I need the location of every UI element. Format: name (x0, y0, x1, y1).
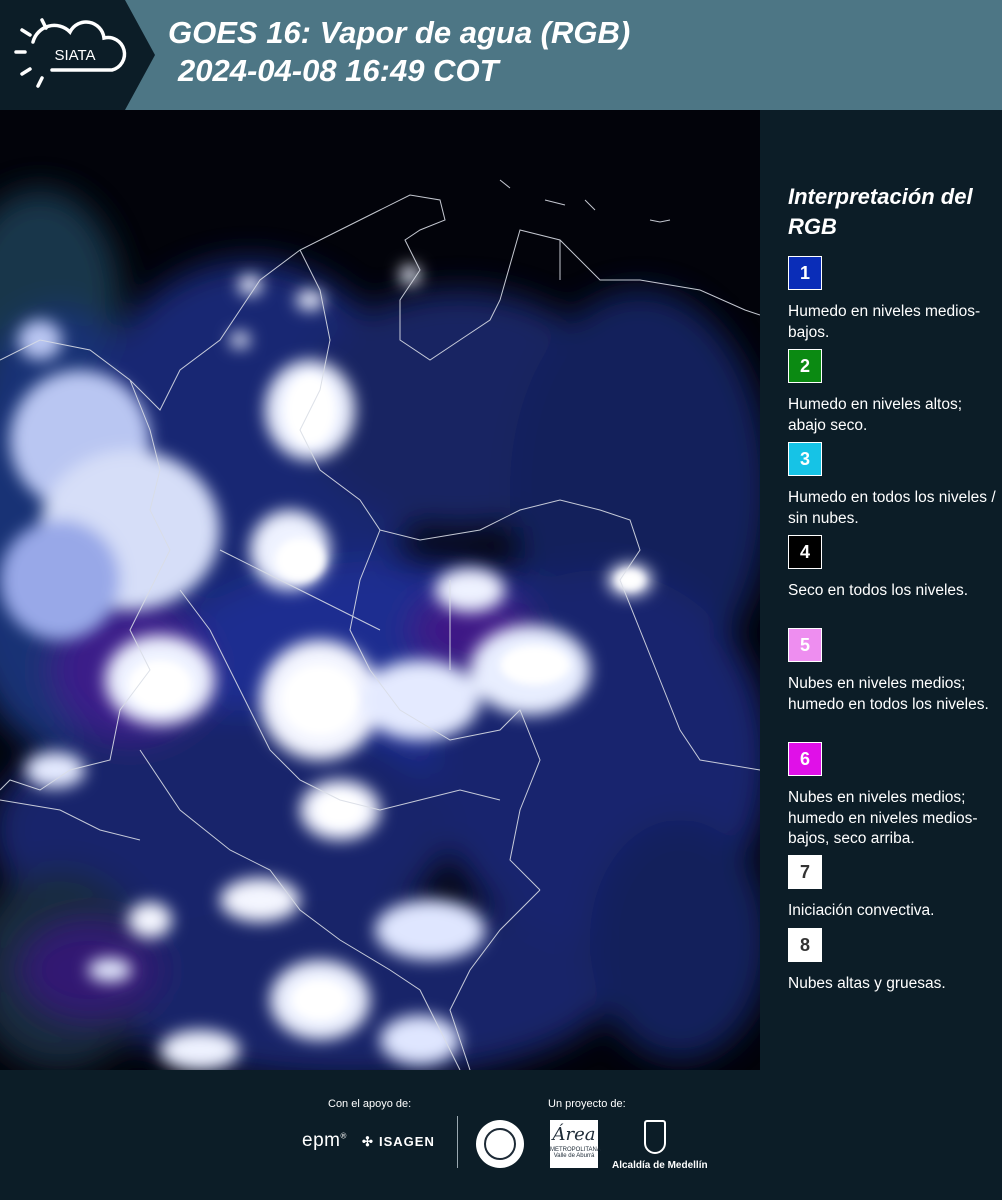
page-title: GOES 16: Vapor de agua (RGB) 2024-04-08 … (168, 14, 630, 90)
legend-swatch-7: 7 (788, 855, 822, 889)
legend-swatch-1: 1 (788, 256, 822, 290)
isagen-logo-text: ISAGEN (379, 1134, 435, 1149)
legend-item-8: 8 Nubes altas y gruesas. (788, 928, 998, 995)
area-metropolitana-logo: Área METROPOLITANA Valle de Aburrá (550, 1120, 601, 1168)
legend-text-3: Humedo en todos los niveles / sin nubes. (788, 489, 996, 527)
legend-item-5: 5 Nubes en niveles medios; humedo en tod… (788, 628, 998, 715)
legend-swatch-4: 4 (788, 535, 822, 569)
epm-logo: epm® (302, 1130, 347, 1151)
legend-panel: Interpretación del RGB 1 Humedo en nivel… (760, 110, 1002, 1070)
legend-swatch-2: 2 (788, 349, 822, 383)
isagen-mark-icon: ✣ (362, 1134, 374, 1149)
legend-text-2: Humedo en niveles altos; abajo seco. (788, 396, 963, 434)
siata-logo: SIATA (0, 0, 155, 110)
legend-text-6: Nubes en niveles medios; humedo en nivel… (788, 789, 978, 847)
title-line-1: GOES 16: Vapor de agua (RGB) (168, 15, 631, 50)
legend-swatch-8: 8 (788, 928, 822, 962)
legend-title: Interpretación del RGB (788, 184, 973, 239)
alcaldia-shield-icon (644, 1120, 666, 1154)
title-line-2: 2024-04-08 16:49 COT (178, 53, 499, 88)
amva-subsub: Valle de Aburrá (553, 1153, 595, 1159)
epm-logo-text: epm (302, 1130, 341, 1151)
satellite-map[interactable] (0, 110, 760, 1070)
legend-swatch-6: 6 (788, 742, 822, 776)
legend-item-3: 3 Humedo en todos los niveles / sin nube… (788, 442, 998, 529)
support-label: Con el apoyo de: (328, 1098, 412, 1110)
legend-text-1: Humedo en niveles medios-bajos. (788, 303, 981, 341)
legend-item-4: 4 Seco en todos los niveles. (788, 535, 998, 602)
legend-text-7: Iniciación convectiva. (788, 902, 935, 919)
amva-script: Área (552, 1124, 596, 1145)
legend-swatch-3: 3 (788, 442, 822, 476)
isagen-logo: ✣ ISAGEN (360, 1134, 435, 1150)
alcaldia-logo-text: Alcaldía de Medellín (612, 1160, 708, 1171)
legend-swatch-5: 5 (788, 628, 822, 662)
project-label: Un proyecto de: (548, 1098, 626, 1110)
footer: Con el apoyo de: Un proyecto de: epm® ✣ I… (0, 1070, 1002, 1200)
legend-text-4: Seco en todos los niveles. (788, 582, 969, 599)
legend-text-5: Nubes en niveles medios; humedo en todos… (788, 675, 989, 713)
legend-item-6: 6 Nubes en niveles medios; humedo en niv… (788, 742, 998, 850)
legend-item-7: 7 Iniciación convectiva. (788, 855, 998, 922)
medellin-seal-icon (476, 1120, 524, 1168)
legend-item-2: 2 Humedo en niveles altos; abajo seco. (788, 349, 998, 436)
legend-text-8: Nubes altas y gruesas. (788, 975, 946, 992)
header-bar: SIATA GOES 16: Vapor de agua (RGB) 2024-… (0, 0, 1002, 110)
legend-item-1: 1 Humedo en niveles medios-bajos. (788, 256, 998, 343)
siata-logo-text: SIATA (54, 47, 95, 64)
footer-divider (457, 1116, 458, 1168)
